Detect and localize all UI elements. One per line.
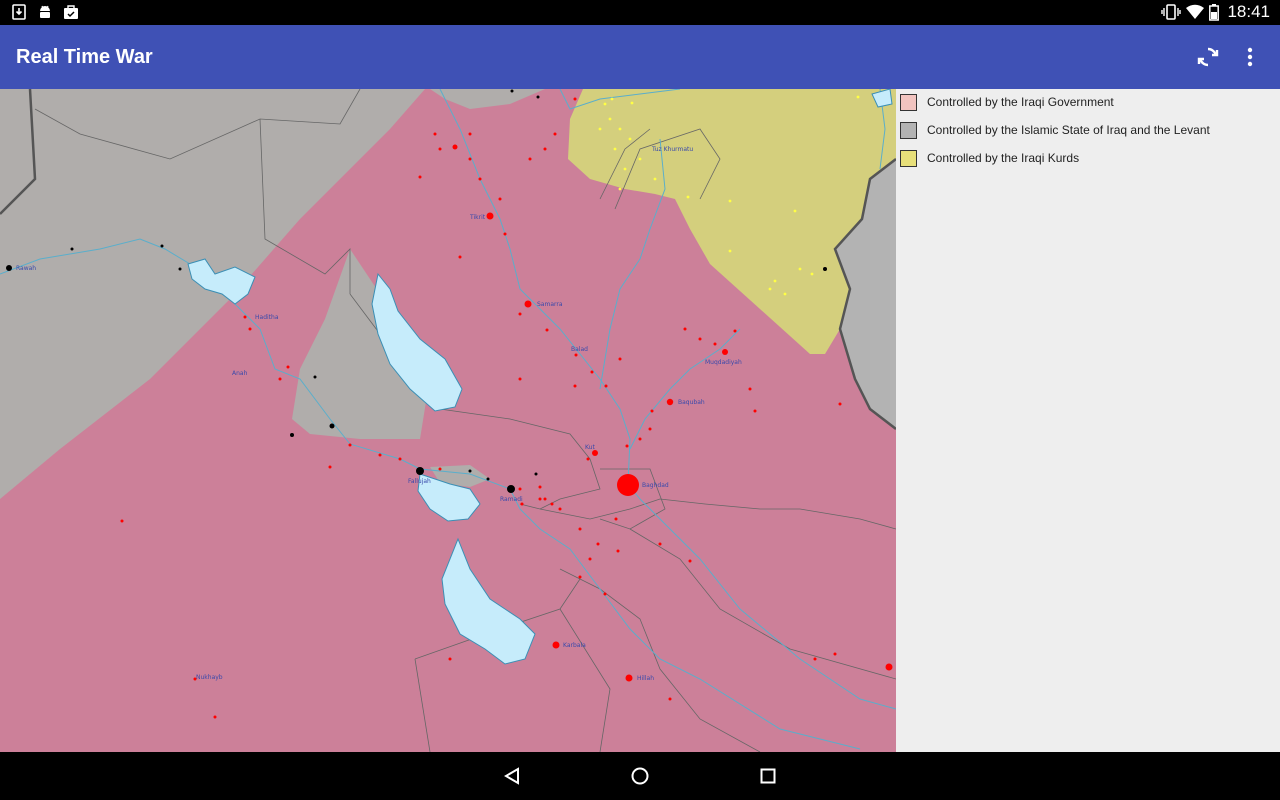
navigation-bar <box>0 752 1280 800</box>
label-samarra: Samarra <box>537 301 563 308</box>
legend-swatch-kurds <box>900 149 917 167</box>
android-icon <box>37 4 53 25</box>
more-vert-icon <box>1247 47 1253 67</box>
status-bar: 18:41 <box>0 0 1280 25</box>
recents-icon <box>760 768 776 784</box>
back-icon <box>504 767 519 785</box>
label-tikrit: Tikrit <box>469 214 486 221</box>
shopping-bag-icon <box>63 4 79 25</box>
legend-panel: Controlled by the Iraqi Government Contr… <box>896 89 1280 752</box>
legend-item-isil: Controlled by the Islamic State of Iraq … <box>900 119 1210 141</box>
wifi-icon <box>1186 4 1204 25</box>
label-baghdad: Baghdad <box>642 482 669 489</box>
label-anah: Anah <box>232 370 248 377</box>
home-icon <box>631 767 649 785</box>
legend-label-government: Controlled by the Iraqi Government <box>927 95 1114 109</box>
refresh-button[interactable] <box>1188 37 1228 77</box>
label-muqdadiyah: Muqdadiyah <box>705 359 742 366</box>
label-baqubah: Baqubah <box>678 399 705 406</box>
download-icon <box>12 4 26 25</box>
refresh-icon <box>1197 47 1219 67</box>
app-bar: Real Time War <box>0 25 1280 89</box>
label-tuz: Tuz Khurmatu <box>651 146 693 153</box>
label-fallujah: Fallujah <box>408 478 431 485</box>
label-rawah: Rawah <box>16 265 36 272</box>
legend-label-isil: Controlled by the Islamic State of Iraq … <box>927 123 1210 137</box>
legend-swatch-government <box>900 93 917 111</box>
legend-item-kurds: Controlled by the Iraqi Kurds <box>900 147 1079 169</box>
recents-button[interactable] <box>748 756 788 796</box>
label-balad: Balad <box>571 346 588 353</box>
label-nukhayb: Nukhayb <box>196 674 223 681</box>
legend-swatch-isil <box>900 121 917 139</box>
label-kut: Kut <box>585 444 595 451</box>
city-baghdad <box>617 474 639 496</box>
back-button[interactable] <box>492 756 532 796</box>
app-title: Real Time War <box>16 46 153 68</box>
label-hillah: Hillah <box>637 675 654 682</box>
map-canvas[interactable]: Baghdad Tuz Khurmatu Samarra Balad Baqub… <box>0 89 896 752</box>
screen: 18:41 Real Time War Baghdad Tuz Khurmatu… <box>0 0 1280 800</box>
home-button[interactable] <box>620 756 660 796</box>
label-ramadi: Ramadi <box>500 496 523 503</box>
battery-icon <box>1209 4 1219 26</box>
label-karbala: Karbala <box>563 642 586 649</box>
legend-item-government: Controlled by the Iraqi Government <box>900 91 1114 113</box>
vibrate-icon <box>1161 4 1181 25</box>
overflow-menu-button[interactable] <box>1230 37 1270 77</box>
clock: 18:41 <box>1227 2 1270 21</box>
legend-label-kurds: Controlled by the Iraqi Kurds <box>927 151 1080 165</box>
label-haditha: Haditha <box>255 314 279 321</box>
war-map[interactable]: Baghdad Tuz Khurmatu Samarra Balad Baqub… <box>0 89 896 752</box>
